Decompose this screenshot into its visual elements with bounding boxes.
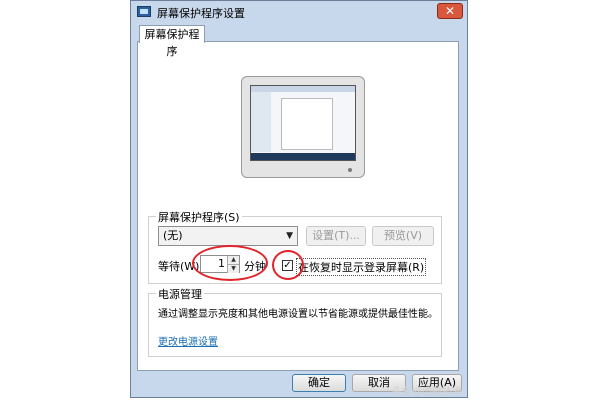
settings-button[interactable]: 设置(T)...: [306, 226, 366, 246]
screensaver-group-label: 屏幕保护程序(S): [156, 209, 242, 225]
change-power-settings-link[interactable]: 更改电源设置: [158, 333, 218, 348]
preview-screen: [250, 85, 356, 161]
watermark-text: 头条@电脑技术: [392, 387, 462, 398]
preview-taskbar: [251, 153, 355, 160]
ok-button[interactable]: 确定: [292, 374, 346, 392]
screensaver-selected-value: (无): [163, 229, 183, 242]
screen-saver-settings-icon: [137, 6, 151, 17]
preview-button[interactable]: 预览(V): [372, 226, 434, 246]
monitor-preview: [241, 76, 365, 178]
preview-window-document: [281, 98, 333, 150]
power-description: 通过调整显示亮度和其他电源设置以节省能源或提供最佳性能。: [158, 309, 438, 320]
annotation-circle-wait: [192, 245, 268, 281]
annotation-circle-checkbox: [272, 250, 304, 280]
close-button[interactable]: ✕: [437, 3, 463, 19]
preview-window-sidebar: [251, 92, 271, 152]
screensaver-select[interactable]: (无) ▼: [158, 226, 298, 246]
chevron-down-icon: ▼: [286, 231, 293, 241]
power-group-label: 电源管理: [156, 286, 204, 302]
tab-screensaver[interactable]: 屏幕保护程序: [139, 25, 205, 58]
title-bar[interactable]: 屏幕保护程序设置 ✕: [131, 1, 467, 23]
window-title: 屏幕保护程序设置: [157, 7, 245, 20]
monitor-power-light: [348, 168, 352, 172]
resume-label[interactable]: 在恢复时显示登录屏幕(R): [296, 258, 427, 276]
